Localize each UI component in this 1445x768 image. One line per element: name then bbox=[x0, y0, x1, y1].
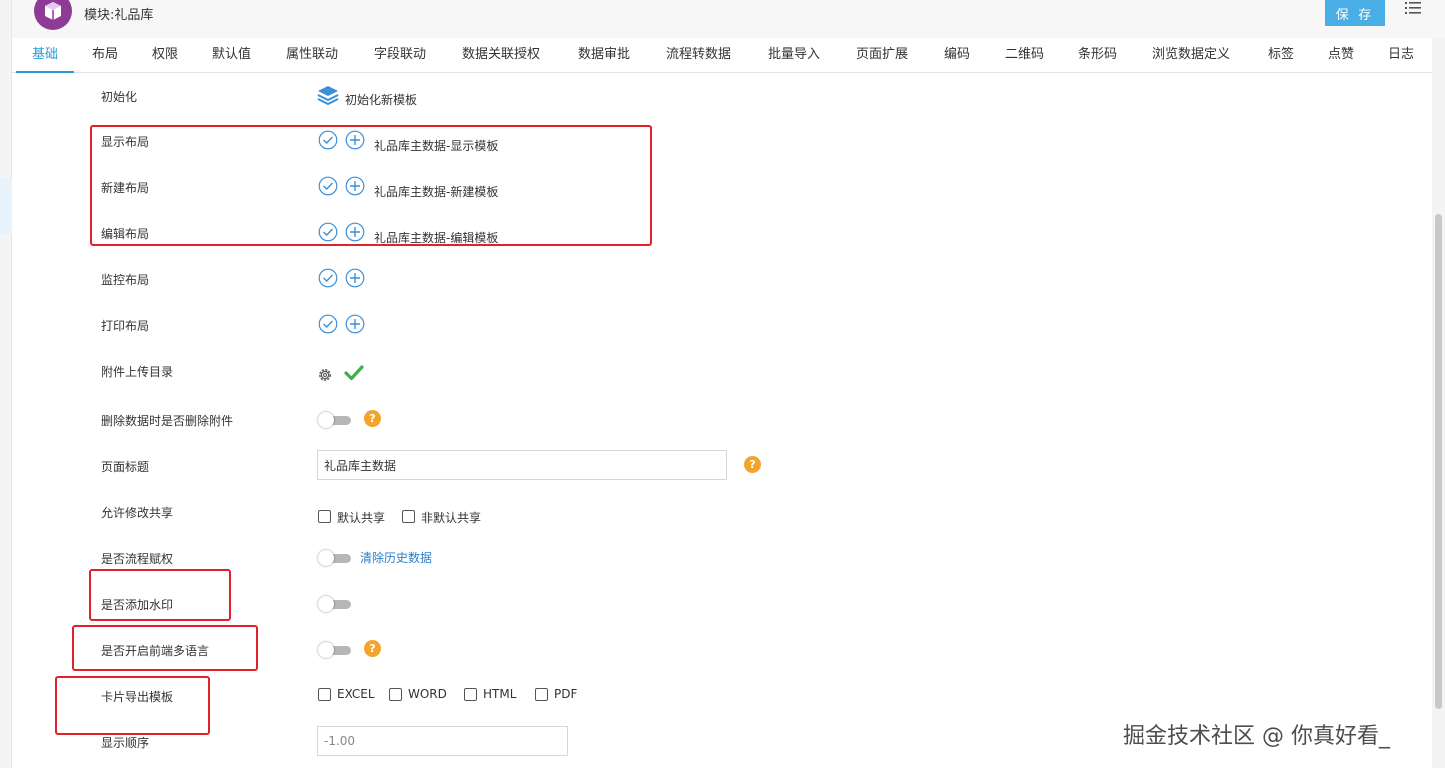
watermark-toggle[interactable] bbox=[318, 596, 351, 612]
pdf-checkbox[interactable] bbox=[535, 688, 548, 701]
page-title-label: 页面标题 bbox=[101, 460, 150, 474]
display-order-label: 显示顺序 bbox=[101, 736, 150, 750]
html-label: HTML bbox=[483, 687, 517, 701]
tab-field-linkage[interactable]: 字段联动 bbox=[374, 38, 426, 72]
frontend-i18n-toggle[interactable] bbox=[318, 642, 351, 658]
overlay-watermark-text: 掘金技术社区 @ 你真好看_ bbox=[1123, 724, 1390, 749]
monitor-layout-label: 监控布局 bbox=[101, 273, 150, 287]
scrollbar-thumb[interactable] bbox=[1435, 214, 1442, 709]
tab-flow-to-data[interactable]: 流程转数据 bbox=[666, 38, 731, 72]
tab-data-approval[interactable]: 数据审批 bbox=[578, 38, 630, 72]
list-icon[interactable] bbox=[1404, 0, 1422, 18]
tab-tags[interactable]: 标签 bbox=[1268, 38, 1294, 72]
page-title: 模块:礼品库 bbox=[84, 8, 154, 23]
page-title-input[interactable] bbox=[317, 450, 727, 480]
print-layout-label: 打印布局 bbox=[101, 319, 150, 333]
flow-grant-label: 是否流程赋权 bbox=[101, 552, 174, 566]
clear-history-link[interactable]: 清除历史数据 bbox=[360, 549, 432, 566]
highlight-box-i18n bbox=[72, 625, 258, 671]
excel-label: EXCEL bbox=[337, 687, 375, 701]
check-circle-icon[interactable] bbox=[318, 314, 338, 334]
default-share-checkbox[interactable] bbox=[318, 510, 331, 523]
word-label: WORD bbox=[408, 687, 447, 701]
highlight-box-card-export bbox=[55, 676, 210, 735]
tab-coding[interactable]: 编码 bbox=[944, 38, 970, 72]
checkmark-icon bbox=[344, 364, 364, 384]
check-circle-icon[interactable] bbox=[318, 268, 338, 288]
tab-basic[interactable]: 基础 bbox=[16, 38, 75, 73]
init-label: 初始化 bbox=[101, 90, 138, 104]
gear-icon[interactable] bbox=[317, 367, 333, 383]
init-new-template-link[interactable]: 初始化新模板 bbox=[345, 91, 417, 108]
html-checkbox[interactable] bbox=[464, 688, 477, 701]
tab-batch-import[interactable]: 批量导入 bbox=[768, 38, 820, 72]
tab-qrcode[interactable]: 二维码 bbox=[1005, 38, 1044, 72]
header-bar: 模块:礼品库 保 存 bbox=[12, 0, 1445, 38]
help-icon[interactable]: ? bbox=[364, 410, 381, 427]
tab-attribute-linkage[interactable]: 属性联动 bbox=[286, 38, 338, 72]
cube-icon bbox=[34, 0, 72, 30]
excel-checkbox[interactable] bbox=[318, 688, 331, 701]
tab-permission[interactable]: 权限 bbox=[152, 38, 178, 72]
tab-barcode[interactable]: 条形码 bbox=[1078, 38, 1117, 72]
tab-bar: 基础 布局 权限 默认值 属性联动 字段联动 数据关联授权 数据审批 流程转数据… bbox=[12, 38, 1432, 73]
pdf-label: PDF bbox=[554, 687, 578, 701]
save-button[interactable]: 保 存 bbox=[1325, 0, 1385, 26]
delete-attachments-label: 删除数据时是否删除附件 bbox=[101, 414, 234, 428]
tab-page-extension[interactable]: 页面扩展 bbox=[856, 38, 908, 72]
tab-default-value[interactable]: 默认值 bbox=[212, 38, 251, 72]
plus-circle-icon[interactable] bbox=[345, 314, 365, 334]
word-checkbox[interactable] bbox=[389, 688, 402, 701]
tab-data-association-auth[interactable]: 数据关联授权 bbox=[462, 38, 540, 72]
tab-browse-data-definition[interactable]: 浏览数据定义 bbox=[1152, 38, 1230, 72]
display-order-input[interactable] bbox=[317, 726, 568, 756]
highlight-box-layouts bbox=[90, 125, 652, 246]
tab-layout[interactable]: 布局 bbox=[92, 38, 118, 72]
tab-log[interactable]: 日志 bbox=[1388, 38, 1414, 72]
help-icon[interactable]: ? bbox=[744, 456, 761, 473]
delete-attachments-toggle[interactable] bbox=[318, 412, 351, 428]
help-icon[interactable]: ? bbox=[364, 640, 381, 657]
non-default-share-label: 非默认共享 bbox=[421, 511, 482, 525]
flow-grant-toggle[interactable] bbox=[318, 550, 351, 566]
default-share-label: 默认共享 bbox=[337, 511, 386, 525]
left-panel-highlight bbox=[0, 178, 12, 234]
tab-likes[interactable]: 点赞 bbox=[1328, 38, 1354, 72]
highlight-box-watermark bbox=[89, 569, 231, 621]
left-panel-edge bbox=[0, 0, 12, 768]
non-default-share-checkbox[interactable] bbox=[402, 510, 415, 523]
layers-icon[interactable] bbox=[317, 84, 339, 106]
allow-share-label: 允许修改共享 bbox=[101, 506, 174, 520]
plus-circle-icon[interactable] bbox=[345, 268, 365, 288]
scrollbar[interactable] bbox=[1432, 38, 1445, 768]
attachment-dir-label: 附件上传目录 bbox=[101, 365, 174, 379]
